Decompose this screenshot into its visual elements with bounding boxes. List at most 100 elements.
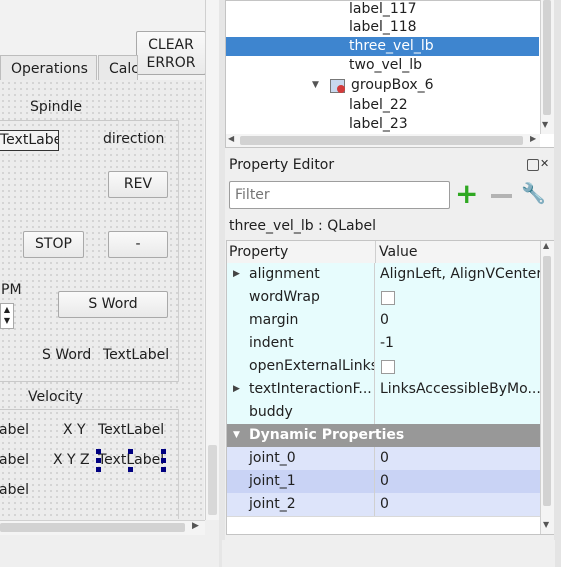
- scroll-down-icon[interactable]: ▼: [543, 520, 549, 529]
- property-row-alignment[interactable]: ▶ alignment AlignLeft, AlignVCenter: [227, 263, 540, 287]
- scrollbar-thumb[interactable]: [208, 445, 217, 515]
- s-word-button[interactable]: S Word: [58, 291, 168, 318]
- form-horizontal-scrollbar[interactable]: ▶: [0, 520, 205, 535]
- property-row-margin[interactable]: margin 0: [227, 309, 540, 333]
- selection-handle[interactable]: [161, 458, 166, 463]
- error-badge-icon: [337, 85, 345, 93]
- tree-item[interactable]: label_118: [349, 18, 417, 37]
- tree-item[interactable]: groupBox_6: [351, 76, 434, 95]
- clear-error-line1: CLEAR: [148, 37, 194, 53]
- selection-handle[interactable]: [161, 467, 166, 472]
- label-fragment: abel: [0, 422, 29, 438]
- rev-button[interactable]: REV: [108, 171, 168, 198]
- minus-button[interactable]: -: [108, 231, 168, 258]
- property-name: joint_1: [227, 470, 375, 493]
- outer-scrollbar[interactable]: [554, 0, 561, 567]
- xy-value: TextLabel: [98, 422, 165, 438]
- property-row-joint-0[interactable]: joint_0 0: [227, 447, 540, 471]
- property-value[interactable]: 0: [376, 447, 540, 470]
- property-value[interactable]: LinksAccessibleByMo...: [376, 378, 540, 401]
- tree-item[interactable]: two_vel_lb: [349, 56, 422, 75]
- form-editor[interactable]: CLEAR ERROR Operations Calc Spindle Text…: [0, 0, 205, 520]
- tab-calc[interactable]: Calc: [98, 55, 138, 81]
- close-dock-icon[interactable]: ✕: [540, 158, 549, 170]
- configure-wrench-icon[interactable]: 🔧: [521, 181, 546, 205]
- property-value[interactable]: 0: [376, 470, 540, 493]
- scrollbar-thumb[interactable]: [543, 256, 551, 506]
- spindle-group-line: [0, 120, 178, 121]
- scrollbar-thumb[interactable]: [0, 523, 185, 532]
- velocity-title: Velocity: [28, 389, 83, 405]
- dock-bottom-area: [222, 540, 555, 567]
- property-value[interactable]: 0: [376, 309, 540, 332]
- property-row-openexternallinks[interactable]: openExternalLinks: [227, 355, 540, 379]
- column-header-property[interactable]: Property: [229, 241, 288, 263]
- tree-item-selected-label[interactable]: three_vel_lb: [349, 37, 434, 56]
- form-vertical-scrollbar[interactable]: [205, 0, 220, 520]
- dynamic-properties-header[interactable]: ▼ Dynamic Properties: [227, 424, 540, 447]
- scroll-up-icon[interactable]: ▲: [543, 241, 549, 250]
- property-row-joint-2[interactable]: joint_2 0: [227, 493, 540, 517]
- tree-item[interactable]: label_23: [349, 115, 408, 134]
- spin-up-icon[interactable]: ▲: [1, 304, 13, 315]
- collapse-arrow-icon[interactable]: ▼: [233, 424, 240, 447]
- spindle-group-bottom: [0, 381, 178, 382]
- float-dock-icon[interactable]: [527, 159, 539, 171]
- label-fragment: abel: [0, 452, 29, 468]
- property-value[interactable]: 0: [376, 493, 540, 516]
- scrollbar-thumb[interactable]: [240, 136, 523, 145]
- clear-error-line2: ERROR: [146, 55, 196, 71]
- property-value[interactable]: [376, 355, 540, 378]
- openexternallinks-checkbox[interactable]: [381, 360, 395, 374]
- property-row-indent[interactable]: indent -1: [227, 332, 540, 356]
- spindle-title: Spindle: [30, 99, 82, 115]
- tab-operations-label: Operations: [11, 61, 88, 77]
- property-value[interactable]: [376, 286, 540, 309]
- property-vertical-scrollbar[interactable]: ▲ ▼: [540, 241, 554, 534]
- property-value[interactable]: [376, 401, 540, 424]
- xyz-value-selected[interactable]: TextLabel: [98, 452, 164, 468]
- stop-button[interactable]: STOP: [23, 231, 84, 258]
- property-name: margin: [227, 309, 375, 332]
- property-name: openExternalLinks: [227, 355, 375, 378]
- property-row-joint-1[interactable]: joint_1 0: [227, 470, 540, 494]
- scroll-down-icon[interactable]: ▼: [542, 120, 548, 129]
- tree-horizontal-scrollbar[interactable]: ◀ ▶: [226, 134, 540, 147]
- tree-item[interactable]: label_117: [349, 0, 417, 19]
- tree-item[interactable]: label_22: [349, 96, 408, 115]
- textlabel-boxed[interactable]: TextLabe: [0, 130, 59, 151]
- spinbox[interactable]: ▲ ▼: [0, 303, 14, 329]
- scroll-right-icon[interactable]: ▶: [530, 134, 536, 143]
- tree-vertical-scrollbar[interactable]: ▼: [540, 0, 554, 134]
- scroll-left-icon[interactable]: ◀: [228, 134, 234, 143]
- property-row-buddy[interactable]: buddy: [227, 401, 540, 425]
- selection-handle[interactable]: [161, 449, 166, 454]
- rpm-label: PM: [1, 282, 22, 298]
- column-header-value[interactable]: Value: [379, 241, 417, 263]
- property-editor-title: Property Editor: [229, 157, 335, 173]
- selection-handle[interactable]: [96, 467, 101, 472]
- property-name: textInteractionF...: [227, 378, 375, 401]
- filter-input[interactable]: [229, 181, 450, 209]
- selection-handle[interactable]: [128, 449, 133, 454]
- property-value[interactable]: AlignLeft, AlignVCenter: [376, 263, 540, 286]
- property-value[interactable]: -1: [376, 332, 540, 355]
- label-fragment: abel: [0, 482, 29, 498]
- tab-operations[interactable]: Operations: [0, 55, 97, 81]
- add-property-icon[interactable]: +: [455, 179, 478, 209]
- selection-handle[interactable]: [96, 458, 101, 463]
- collapse-arrow-icon[interactable]: ▼: [312, 76, 319, 95]
- selection-handle[interactable]: [128, 467, 133, 472]
- property-row-textinteraction[interactable]: ▶ textInteractionF... LinksAccessibleByM…: [227, 378, 540, 402]
- clear-error-button[interactable]: CLEAR ERROR: [136, 31, 205, 75]
- column-divider: [375, 241, 376, 263]
- property-row-wordwrap[interactable]: wordWrap: [227, 286, 540, 310]
- object-name-label: three_vel_lb : QLabel: [229, 218, 377, 234]
- remove-property-icon[interactable]: [491, 194, 512, 198]
- scroll-right-icon[interactable]: ▶: [192, 521, 199, 531]
- form-bottom-area: [0, 535, 222, 567]
- wordwrap-checkbox[interactable]: [381, 291, 395, 305]
- selection-handle[interactable]: [96, 449, 101, 454]
- scrollbar-thumb[interactable]: [543, 0, 551, 115]
- spin-down-icon[interactable]: ▼: [1, 315, 13, 326]
